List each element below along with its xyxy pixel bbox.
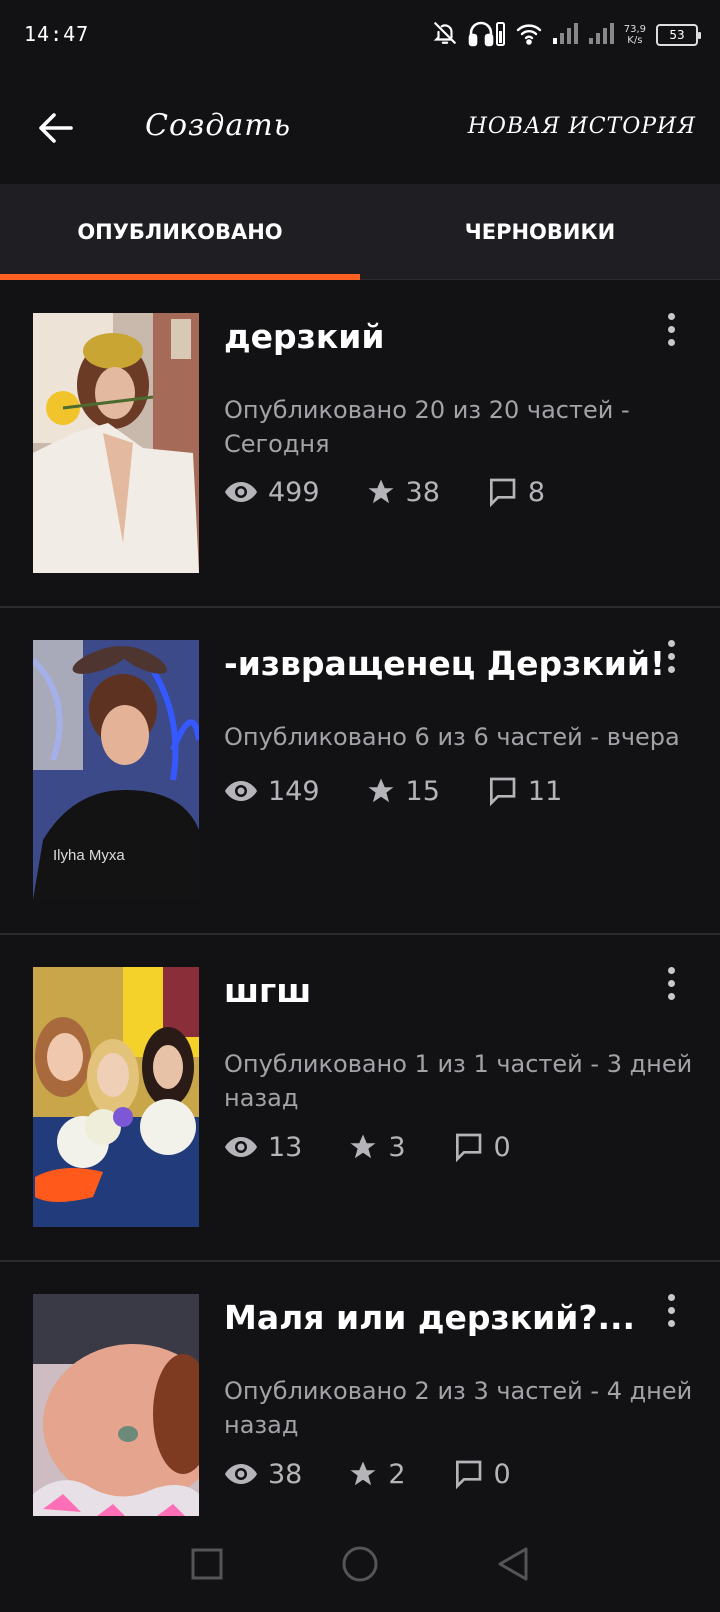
stat-comments: 0 xyxy=(452,1458,511,1490)
more-options-icon[interactable] xyxy=(656,636,686,676)
comment-icon xyxy=(455,1133,481,1163)
star-icon xyxy=(368,778,394,803)
comments-count: 0 xyxy=(493,1458,511,1490)
story-card[interactable]: Маля или дерзкий?... Опубликовано 2 из 3… xyxy=(0,1262,720,1516)
votes-count: 3 xyxy=(388,1131,406,1163)
story-stats: 149 15 11 xyxy=(224,775,608,807)
recents-button[interactable] xyxy=(177,1534,237,1594)
story-cover-image[interactable]: Ilyha Myxa xyxy=(33,640,199,900)
back-triangle-icon xyxy=(498,1547,528,1581)
votes-count: 38 xyxy=(405,476,440,508)
star-icon xyxy=(368,479,394,504)
comments-count: 8 xyxy=(527,476,546,508)
network-speed-unit: K/s xyxy=(627,35,643,46)
stat-comments: 0 xyxy=(452,1131,511,1163)
stat-comments: 11 xyxy=(486,775,562,807)
eye-icon xyxy=(225,482,257,502)
comment-icon xyxy=(489,777,516,807)
story-card[interactable]: шгш Опубликовано 1 из 1 частей - 3 дней … xyxy=(0,935,720,1262)
story-meta: Опубликовано 20 из 20 частей - Сегодня xyxy=(224,396,630,458)
tab-bar: ОПУБЛИКОВАНО ЧЕРНОВИКИ xyxy=(0,184,720,280)
status-icons: 73,9 K/s 53 xyxy=(432,18,701,52)
stat-views: 13 xyxy=(224,1132,302,1163)
story-meta: Опубликовано 6 из 6 частей - вчера xyxy=(224,723,680,751)
story-card[interactable]: дерзкий Опубликовано 20 из 20 частей - С… xyxy=(0,281,720,608)
home-button[interactable] xyxy=(330,1534,390,1594)
status-bar: 14:47 73,9 K/s 53 xyxy=(0,0,720,72)
story-meta: Опубликовано 1 из 1 частей - 3 дней наза… xyxy=(224,1050,693,1112)
story-cover-image[interactable] xyxy=(33,313,199,573)
views-count: 499 xyxy=(268,476,320,508)
signal-icon xyxy=(552,22,578,48)
stat-comments: 8 xyxy=(486,476,545,508)
story-meta: Опубликовано 2 из 3 частей - 4 дней наза… xyxy=(224,1377,693,1439)
story-title[interactable]: Маля или дерзкий?... xyxy=(224,1298,635,1337)
page-title: Создать xyxy=(145,108,292,143)
story-list: дерзкий Опубликовано 20 из 20 частей - С… xyxy=(0,281,720,1516)
battery-icon: 53 xyxy=(656,24,701,46)
stat-votes: 15 xyxy=(366,776,440,807)
star-icon xyxy=(350,1461,376,1486)
stat-votes: 38 xyxy=(366,477,440,508)
story-cover-image[interactable] xyxy=(33,1294,199,1516)
story-title[interactable]: шгш xyxy=(224,971,311,1010)
system-back-button[interactable] xyxy=(483,1534,543,1594)
system-nav-bar xyxy=(0,1516,720,1612)
app-bar: Создать НОВАЯ ИСТОРИЯ xyxy=(0,72,720,184)
notifications-off-icon xyxy=(432,20,458,50)
headphones-icon xyxy=(468,19,506,51)
network-speed: 73,9 K/s xyxy=(624,24,646,46)
votes-count: 15 xyxy=(405,775,440,807)
eye-icon xyxy=(225,1137,257,1157)
home-circle-icon xyxy=(342,1546,378,1582)
new-story-button[interactable]: НОВАЯ ИСТОРИЯ xyxy=(468,114,696,139)
comment-icon xyxy=(489,478,516,508)
arrow-left-icon xyxy=(39,113,73,143)
star-icon xyxy=(350,1134,376,1159)
views-count: 13 xyxy=(268,1131,303,1163)
more-options-icon[interactable] xyxy=(656,309,686,349)
story-card[interactable]: Ilyha Myxa -извращенец Дерзкий! Опублико… xyxy=(0,608,720,935)
story-title[interactable]: -извращенец Дерзкий! xyxy=(224,644,665,683)
story-stats: 499 38 8 xyxy=(224,476,591,508)
views-count: 38 xyxy=(268,1458,303,1490)
story-title[interactable]: дерзкий xyxy=(224,317,384,356)
eye-icon xyxy=(225,781,257,801)
stat-views: 149 xyxy=(224,776,320,807)
tab-drafts[interactable]: ЧЕРНОВИКИ xyxy=(360,184,720,280)
story-stats: 38 2 0 xyxy=(224,1458,557,1490)
views-count: 149 xyxy=(268,775,320,807)
network-speed-value: 73,9 xyxy=(623,24,646,35)
stat-votes: 2 xyxy=(348,1458,406,1490)
comments-count: 11 xyxy=(527,775,563,807)
stat-views: 499 xyxy=(224,477,320,508)
svg-text:Ilyha Myxa: Ilyha Myxa xyxy=(53,847,125,864)
comments-count: 0 xyxy=(493,1131,511,1163)
comment-icon xyxy=(455,1460,481,1490)
signal-icon xyxy=(588,22,614,48)
eye-icon xyxy=(225,1464,257,1484)
more-options-icon[interactable] xyxy=(656,963,686,1003)
stat-votes: 3 xyxy=(348,1131,406,1163)
story-cover-image[interactable] xyxy=(33,967,199,1227)
tab-published[interactable]: ОПУБЛИКОВАНО xyxy=(0,184,360,280)
back-button[interactable] xyxy=(30,102,82,154)
stat-views: 38 xyxy=(224,1459,302,1490)
votes-count: 2 xyxy=(388,1458,406,1490)
battery-level: 53 xyxy=(669,28,685,42)
recents-square-icon xyxy=(191,1548,223,1580)
status-time: 14:47 xyxy=(24,22,90,46)
more-options-icon[interactable] xyxy=(656,1290,686,1330)
story-stats: 13 3 0 xyxy=(224,1131,557,1163)
wifi-icon xyxy=(516,21,542,49)
